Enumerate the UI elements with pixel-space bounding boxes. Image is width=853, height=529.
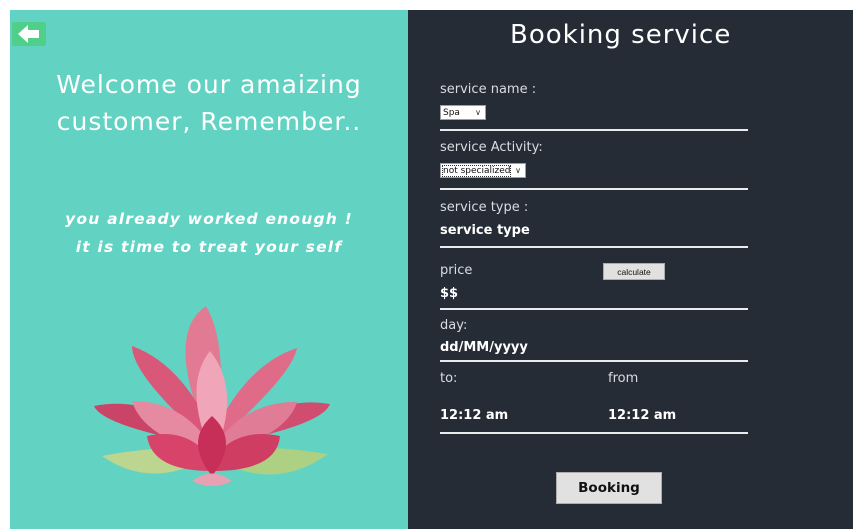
from-label: from [608, 371, 639, 386]
tagline-line-1: you already worked enough ! [65, 210, 353, 228]
service-activity-value: not specialized [441, 164, 512, 177]
service-type-value: service type [440, 223, 530, 238]
day-value: dd/MM/yyyy [440, 340, 528, 355]
tagline-line-2: it is time to treat your self [75, 238, 343, 256]
welcome-line-1: Welcome our amaizing [56, 70, 362, 99]
booking-form-panel: Booking service service name : Spa ∨ ser… [408, 10, 853, 529]
service-name-select[interactable]: Spa ∨ [440, 105, 486, 120]
divider [440, 360, 748, 362]
service-type-label: service type : [440, 200, 529, 215]
divider [440, 308, 748, 310]
divider [440, 188, 748, 190]
tagline: you already worked enough ! it is time t… [10, 205, 408, 261]
to-time-value[interactable]: 12:12 am [440, 408, 508, 423]
back-button[interactable] [12, 22, 46, 46]
service-activity-label: service Activity: [440, 140, 543, 155]
service-name-label: service name : [440, 82, 537, 97]
page-title: Booking service [510, 20, 732, 50]
welcome-line-2: customer, Remember.. [56, 107, 362, 136]
lotus-flower-image [94, 306, 330, 486]
calculate-button[interactable]: calculate [603, 263, 665, 280]
to-label: to: [440, 371, 458, 386]
from-time-value[interactable]: 12:12 am [608, 408, 676, 423]
divider [440, 129, 748, 131]
service-name-value: Spa [443, 107, 460, 118]
back-arrow-icon [18, 25, 39, 43]
price-label: price [440, 263, 473, 278]
divider [440, 246, 748, 248]
day-label: day: [440, 318, 468, 333]
chevron-down-icon: ∨ [475, 108, 481, 117]
divider [440, 432, 748, 434]
price-value: $$ [440, 286, 459, 301]
booking-button[interactable]: Booking [556, 472, 662, 504]
chevron-down-icon: ∨ [515, 166, 521, 175]
welcome-panel: Welcome our amaizing customer, Remember.… [10, 10, 408, 529]
service-activity-select[interactable]: not specialized ∨ [440, 163, 526, 178]
welcome-heading: Welcome our amaizing customer, Remember.… [10, 66, 408, 140]
